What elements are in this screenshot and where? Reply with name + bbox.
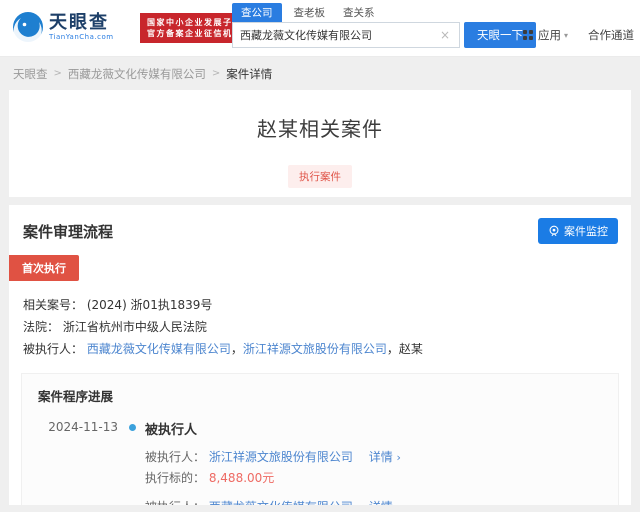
chevron-right-icon: › (396, 451, 401, 464)
chevron-right-icon: › (397, 501, 401, 505)
nav-cooperation[interactable]: 合作通道 (588, 27, 634, 43)
timeline-event-title: 被执行人 (145, 423, 198, 438)
case-process-card: 案件审理流程 案件监控 首次执行 相关案号： (2024) 浙01执1839号 … (9, 205, 631, 505)
tab-search-relation[interactable]: 查关系 (343, 3, 375, 22)
execution-amount: 8,488.00元 (208, 471, 275, 485)
case-type-badge: 执行案件 (288, 165, 352, 188)
tianyancha-logo[interactable]: 天眼查 TianYanCha.com (12, 11, 114, 43)
executed-party-link[interactable]: 浙江祥源文旅股份有限公司 (209, 450, 353, 464)
timeline-date: 2024-11-13 (48, 420, 118, 434)
search-input[interactable]: 西藏龙薇文化传媒有限公司 × (232, 22, 460, 48)
defendant-company-link[interactable]: 浙江祥源文旅股份有限公司 (243, 342, 387, 356)
case-monitor-button[interactable]: 案件监控 (538, 218, 618, 244)
logo-domain-text: TianYanCha.com (49, 33, 114, 41)
case-title-card: 赵某相关案件 执行案件 (9, 90, 631, 197)
field-court: 法院： 浙江省杭州市中级人民法院 (23, 320, 207, 334)
page-title: 赵某相关案件 (257, 117, 383, 141)
search-area: 查公司 查老板 查关系 西藏龙薇文化传媒有限公司 × 天眼一下 (232, 3, 536, 48)
executed-party-link[interactable]: 西藏龙薇文化传媒有限公司 (209, 500, 353, 505)
timeline-dot-icon (129, 424, 136, 431)
detail-link[interactable]: 详情 › (369, 500, 401, 505)
detail-link[interactable]: 详情 › (369, 450, 401, 464)
top-header: 天眼查 TianYanCha.com 国家中小企业发展子基金旗下 官方备案企业征… (0, 0, 640, 57)
section-title: 案件审理流程 (23, 222, 114, 241)
defendant-person: 赵某 (398, 342, 423, 356)
defendant-company-link[interactable]: 西藏龙薇文化传媒有限公司 (87, 342, 231, 356)
apps-grid-icon (522, 30, 533, 40)
tab-search-boss[interactable]: 查老板 (294, 3, 326, 22)
stage-tab-first-execution[interactable]: 首次执行 (9, 255, 79, 281)
chevron-down-icon: ▾ (563, 30, 568, 40)
nav-apps[interactable]: 应用 (538, 27, 561, 43)
timeline-entry: 2024-11-13 被执行人 被执行人： 浙江祥源文旅股份有限公司 详情 › … (22, 419, 618, 505)
field-case-number: 相关案号： (2024) 浙01执1839号 (23, 298, 213, 312)
logo-brand-text: 天眼查 (49, 12, 109, 33)
breadcrumb-separator: > (53, 68, 62, 79)
breadcrumb-home[interactable]: 天眼查 (13, 66, 48, 82)
execution-item: 被执行人： 浙江祥源文旅股份有限公司 详情 › 执行标的： 8,488.00元 (145, 450, 401, 485)
breadcrumb-separator: > (211, 68, 221, 79)
monitor-icon (549, 225, 559, 237)
header-nav: 应用 ▾ 合作通道 (522, 27, 634, 43)
progress-title: 案件程序进展 (38, 389, 114, 404)
search-input-value: 西藏龙薇文化传媒有限公司 (240, 29, 372, 42)
tab-search-company[interactable]: 查公司 (232, 3, 282, 22)
breadcrumb-company[interactable]: 西藏龙薇文化传媒有限公司 (68, 66, 206, 82)
clear-icon[interactable]: × (438, 28, 452, 42)
execution-item: 被执行人： 西藏龙薇文化传媒有限公司 详情 › 执行标的： 8,488.00元 (145, 497, 618, 505)
tianyancha-eye-icon (13, 12, 43, 43)
breadcrumb-current: 案件详情 (226, 66, 273, 81)
field-defendants: 被执行人： 西藏龙薇文化传媒有限公司，浙江祥源文旅股份有限公司，赵某 (23, 342, 423, 356)
case-progress-panel: 案件程序进展 2024-11-13 被执行人 被执行人： 浙江祥源文旅股份有限公… (21, 373, 619, 505)
breadcrumb: 天眼查 > 西藏龙薇文化传媒有限公司 > 案件详情 (0, 57, 640, 90)
search-tabs: 查公司 查老板 查关系 (232, 3, 536, 22)
